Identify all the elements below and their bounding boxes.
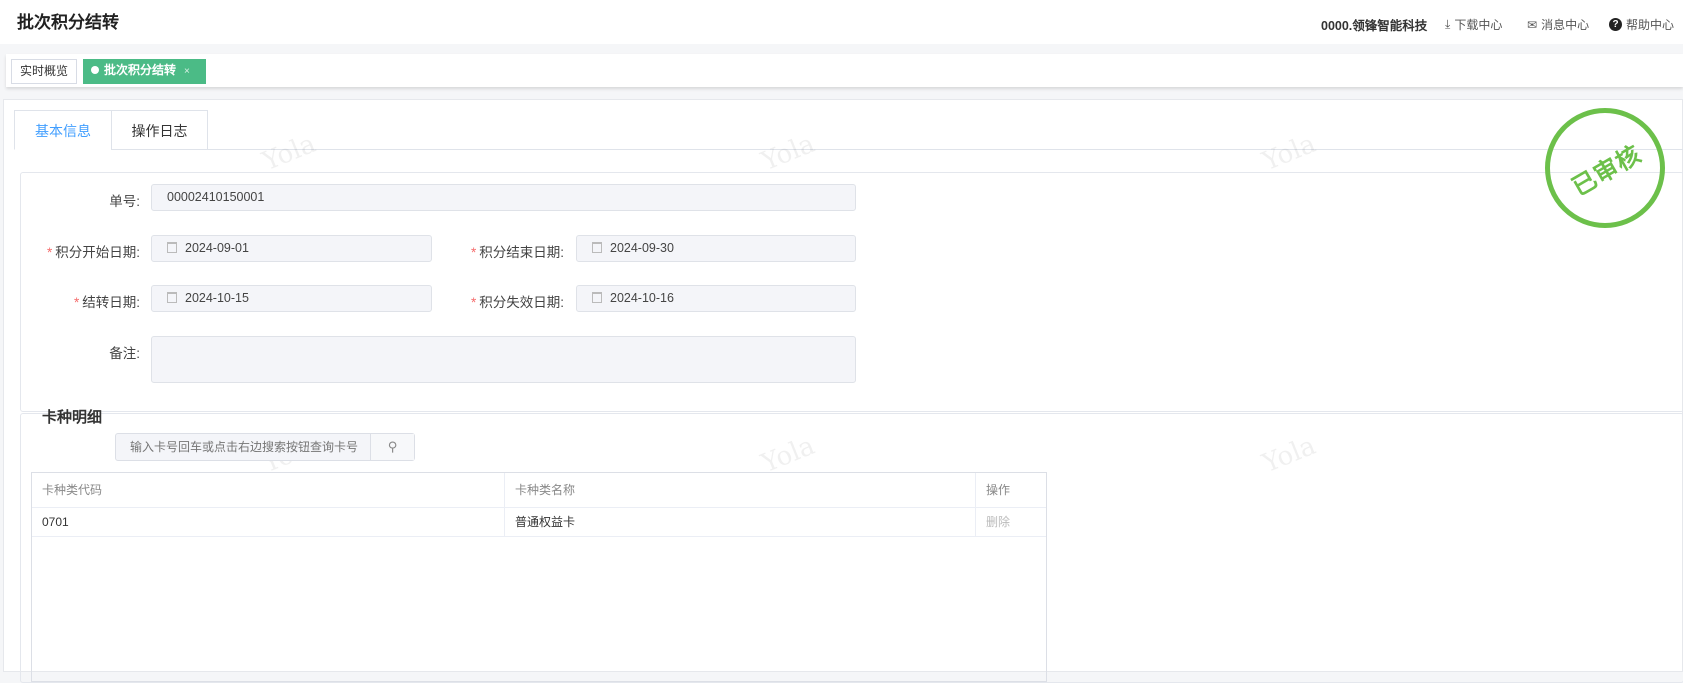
page-title: 批次积分结转 — [17, 13, 119, 32]
help-icon: ? — [1609, 18, 1622, 31]
calendar-icon — [592, 242, 602, 253]
tab-operation-log[interactable]: 操作日志 — [111, 110, 208, 150]
calendar-icon — [592, 292, 602, 303]
order-no-field[interactable]: 00002410150001 — [151, 184, 856, 211]
card-name-cell: 普通权益卡 — [505, 508, 976, 536]
help-center-link[interactable]: ? 帮助中心 — [1609, 16, 1674, 33]
download-icon: ⤓ — [1445, 17, 1451, 31]
search-icon: ⚲ — [387, 439, 398, 454]
watermark: Yola — [757, 128, 820, 178]
card-type-table: 卡种类代码 卡种类名称 操作 0701 普通权益卡 删除 — [31, 472, 1047, 682]
transfer-date-label: * 结转日期: — [73, 295, 140, 310]
remark-textarea[interactable] — [151, 336, 856, 383]
card-type-title: 卡种明细 — [42, 409, 103, 426]
order-no-label: 单号: — [109, 194, 140, 209]
tab-basic-info[interactable]: 基本信息 — [14, 110, 111, 150]
mail-icon: ✉ — [1527, 17, 1538, 32]
start-date-field[interactable]: 2024-09-01 — [151, 235, 432, 262]
card-search-input[interactable] — [116, 434, 370, 460]
watermark: Yola — [258, 128, 321, 178]
remark-label: 备注: — [109, 346, 140, 361]
approved-stamp: 已审核 — [1545, 108, 1665, 228]
calendar-icon — [167, 292, 177, 303]
calendar-icon — [167, 242, 177, 253]
column-header-code: 卡种类代码 — [32, 473, 505, 507]
main-panel: 基本信息 操作日志 Yola Yola Yola Yola Yola Yola … — [3, 99, 1683, 683]
end-date-label: * 积分结束日期: — [470, 245, 564, 260]
delete-button[interactable]: 删除 — [976, 508, 1046, 536]
page-tab-overview[interactable]: 实时概览 — [11, 59, 77, 84]
expire-date-label: * 积分失效日期: — [470, 295, 564, 310]
end-date-field[interactable]: 2024-09-30 — [576, 235, 856, 262]
search-button[interactable]: ⚲ — [370, 434, 414, 460]
column-header-name: 卡种类名称 — [505, 473, 976, 507]
download-center-link[interactable]: ⤓ 下载中心 — [1445, 16, 1502, 33]
start-date-label: * 积分开始日期: — [46, 245, 140, 260]
card-search-box: ⚲ — [115, 433, 415, 461]
top-header — [0, 0, 1683, 44]
page-tab-bar: 实时概览 批次积分结转 × — [6, 54, 1683, 87]
card-code-cell: 0701 — [32, 508, 505, 536]
page-tab-batch-transfer[interactable]: 批次积分结转 × — [83, 59, 206, 84]
company-name[interactable]: 0000.领锋智能科技 — [1321, 15, 1427, 34]
transfer-date-field[interactable]: 2024-10-15 — [151, 285, 432, 312]
close-tab-icon[interactable]: × — [184, 66, 190, 77]
table-row: 0701 普通权益卡 删除 — [32, 508, 1046, 537]
watermark: Yola — [1258, 128, 1321, 178]
table-header: 卡种类代码 卡种类名称 操作 — [32, 473, 1046, 508]
expire-date-field[interactable]: 2024-10-16 — [576, 285, 856, 312]
message-center-link[interactable]: ✉ 消息中心 — [1527, 16, 1589, 33]
active-dot-icon — [91, 66, 99, 74]
column-header-action: 操作 — [986, 483, 1011, 497]
